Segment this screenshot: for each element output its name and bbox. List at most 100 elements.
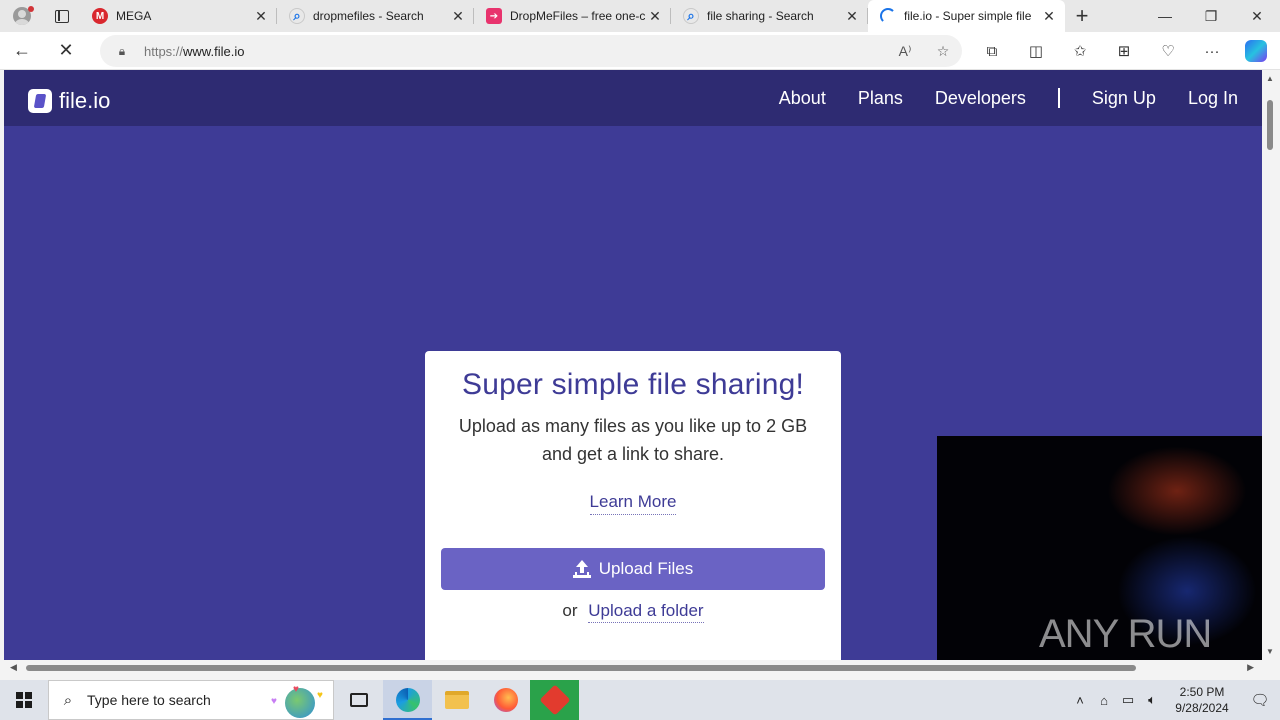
network-icon[interactable]: ▭ xyxy=(1116,692,1140,708)
read-aloud-icon[interactable]: A⁾ xyxy=(886,43,924,60)
upload-files-label: Upload Files xyxy=(598,559,694,578)
nav-developers[interactable]: Developers xyxy=(935,88,1026,109)
show-hidden-icons-icon[interactable]: ˄ xyxy=(1068,693,1092,708)
scroll-right-arrow-icon[interactable]: ▶ xyxy=(1247,662,1254,673)
tab-close-button[interactable]: ✕ xyxy=(1041,8,1057,25)
tab-mega[interactable]: M MEGA ✕ xyxy=(80,0,277,32)
scroll-down-arrow-icon[interactable]: ▼ xyxy=(1266,647,1274,656)
tab-title: dropmefiles - Search xyxy=(313,9,424,23)
notifications-icon[interactable]: 🗨︎ xyxy=(1240,691,1280,709)
learn-more-link[interactable]: Learn More xyxy=(589,492,677,515)
start-button[interactable] xyxy=(0,680,48,720)
mega-icon: M xyxy=(92,8,108,24)
nav-log-in[interactable]: Log In xyxy=(1188,88,1238,109)
new-tab-button[interactable]: + xyxy=(1065,3,1099,29)
browser-tab-strip: M MEGA ✕ ⌕ dropmefiles - Search ✕ ➔ Drop… xyxy=(0,0,1280,32)
site-logo[interactable]: file.io xyxy=(28,88,110,114)
video-overlay[interactable]: ANY RUN xyxy=(937,436,1262,660)
dropmefiles-icon: ➔ xyxy=(486,8,502,24)
close-window-button[interactable]: ✕ xyxy=(1234,0,1280,32)
loading-icon xyxy=(880,8,896,24)
horizontal-scroll-thumb[interactable] xyxy=(26,665,1136,671)
favorites-icon[interactable]: ✩ xyxy=(1058,42,1102,60)
tab-dropmefiles[interactable]: ➔ DropMeFiles – free one-c ✕ xyxy=(474,0,671,32)
collections-icon[interactable]: ⊞ xyxy=(1102,42,1146,60)
back-button[interactable]: ← xyxy=(0,32,44,70)
stop-loading-button[interactable]: ✕ xyxy=(44,32,88,70)
device-icon[interactable]: ⌂ xyxy=(1092,693,1116,708)
logo-text: file.io xyxy=(59,88,111,113)
clock[interactable]: 2:50 PM 9/28/2024 xyxy=(1164,684,1240,716)
tab-fileio[interactable]: file.io - Super simple file ✕ xyxy=(868,0,1065,32)
tab-close-button[interactable]: ✕ xyxy=(647,8,663,25)
tab-actions-icon xyxy=(55,9,69,23)
tab-actions-button[interactable] xyxy=(44,0,80,32)
upload-folder-row: or Upload a folder xyxy=(425,601,841,623)
edge-icon xyxy=(395,688,420,712)
browser-toolbar: ← ✕ 🔒︎ https://www.file.io A⁾ ☆ ⧉ ◫ ✩ ⊞ … xyxy=(0,32,1280,70)
file-explorer-icon xyxy=(444,691,469,709)
clock-date: 9/28/2024 xyxy=(1175,701,1229,715)
scroll-up-arrow-icon[interactable]: ▲ xyxy=(1266,74,1274,83)
taskbar-edge[interactable] xyxy=(383,680,432,720)
search-icon: ⌕ xyxy=(63,691,73,709)
minimize-button[interactable]: — xyxy=(1142,0,1188,32)
hero-title: Super simple file sharing! xyxy=(461,368,805,401)
vertical-scroll-thumb[interactable] xyxy=(1267,100,1273,150)
or-label: or xyxy=(562,601,578,620)
lock-icon[interactable]: 🔒︎ xyxy=(100,44,144,59)
volume-icon[interactable]: 🔈︎ xyxy=(1140,692,1164,708)
upload-icon xyxy=(572,560,591,578)
url-host: www.file.io xyxy=(183,43,245,59)
firefox-icon xyxy=(493,688,518,712)
taskbar-file-explorer[interactable] xyxy=(432,680,481,720)
fileio-logo-icon xyxy=(28,89,52,113)
taskbar-anyrun[interactable] xyxy=(530,680,579,720)
tab-title: file sharing - Search xyxy=(707,9,814,23)
scroll-left-arrow-icon[interactable]: ◀ xyxy=(10,662,17,673)
tab-file-sharing-search[interactable]: ⌕ file sharing - Search ✕ xyxy=(671,0,868,32)
system-tray: ˄ ⌂ ▭ 🔈︎ 2:50 PM 9/28/2024 🗨︎ xyxy=(1068,680,1280,720)
upload-files-button[interactable]: Upload Files xyxy=(441,548,825,590)
nav-divider xyxy=(1057,88,1060,108)
page-viewport: file.io About Plans Developers Sign Up L… xyxy=(4,70,1262,660)
nav-sign-up[interactable]: Sign Up xyxy=(1092,88,1156,109)
url-text[interactable]: https://www.file.io xyxy=(144,44,886,59)
taskbar-firefox[interactable] xyxy=(481,680,530,720)
address-bar[interactable]: 🔒︎ https://www.file.io A⁾ ☆ xyxy=(100,35,962,67)
video-glow-red xyxy=(1107,446,1247,536)
hero-line-2: and get a link to share. xyxy=(541,444,725,464)
extensions-icon[interactable]: ⧉ xyxy=(970,43,1014,60)
site-header: file.io About Plans Developers Sign Up L… xyxy=(4,70,1262,126)
hero-description: Upload as many files as you like up to 2… xyxy=(425,412,841,468)
taskbar-search[interactable]: ⌕ Type here to search ♥ ♥ ♥ xyxy=(48,680,334,720)
upload-folder-link[interactable]: Upload a folder xyxy=(588,601,704,623)
task-view-button[interactable] xyxy=(334,680,383,720)
toolbar-icons: ⧉ ◫ ✩ ⊞ ♡ ··· xyxy=(970,32,1278,70)
notification-dot xyxy=(28,6,34,12)
clock-time: 2:50 PM xyxy=(1179,685,1225,699)
hero-line-1: Upload as many files as you like up to 2… xyxy=(458,416,808,436)
vertical-scrollbar[interactable]: ▲ ▼ xyxy=(1262,70,1280,660)
profile-button[interactable] xyxy=(0,0,44,32)
favorite-star-icon[interactable]: ☆ xyxy=(924,43,962,60)
upload-card: Super simple file sharing! Upload as man… xyxy=(425,351,841,660)
tab-title: MEGA xyxy=(116,9,152,23)
nav-about[interactable]: About xyxy=(779,88,826,109)
restore-button[interactable]: ❐ xyxy=(1188,0,1234,32)
nav-plans[interactable]: Plans xyxy=(858,88,903,109)
browser-essentials-icon[interactable]: ♡ xyxy=(1146,42,1190,60)
tab-dropmefiles-search[interactable]: ⌕ dropmefiles - Search ✕ xyxy=(277,0,474,32)
tab-close-button[interactable]: ✕ xyxy=(253,8,269,25)
copilot-icon[interactable] xyxy=(1245,40,1267,62)
horizontal-scrollbar[interactable]: ◀ ▶ xyxy=(4,660,1262,676)
tab-close-button[interactable]: ✕ xyxy=(450,8,466,25)
task-view-icon xyxy=(349,693,368,707)
tab-close-button[interactable]: ✕ xyxy=(844,8,860,25)
settings-more-icon[interactable]: ··· xyxy=(1190,43,1234,60)
tab-title: file.io - Super simple file xyxy=(904,9,1032,23)
site-nav: About Plans Developers Sign Up Log In xyxy=(747,70,1238,126)
search-highlight-icon: ♥ ♥ ♥ xyxy=(263,682,333,718)
split-screen-icon[interactable]: ◫ xyxy=(1014,42,1058,60)
url-scheme: https:// xyxy=(144,43,184,59)
